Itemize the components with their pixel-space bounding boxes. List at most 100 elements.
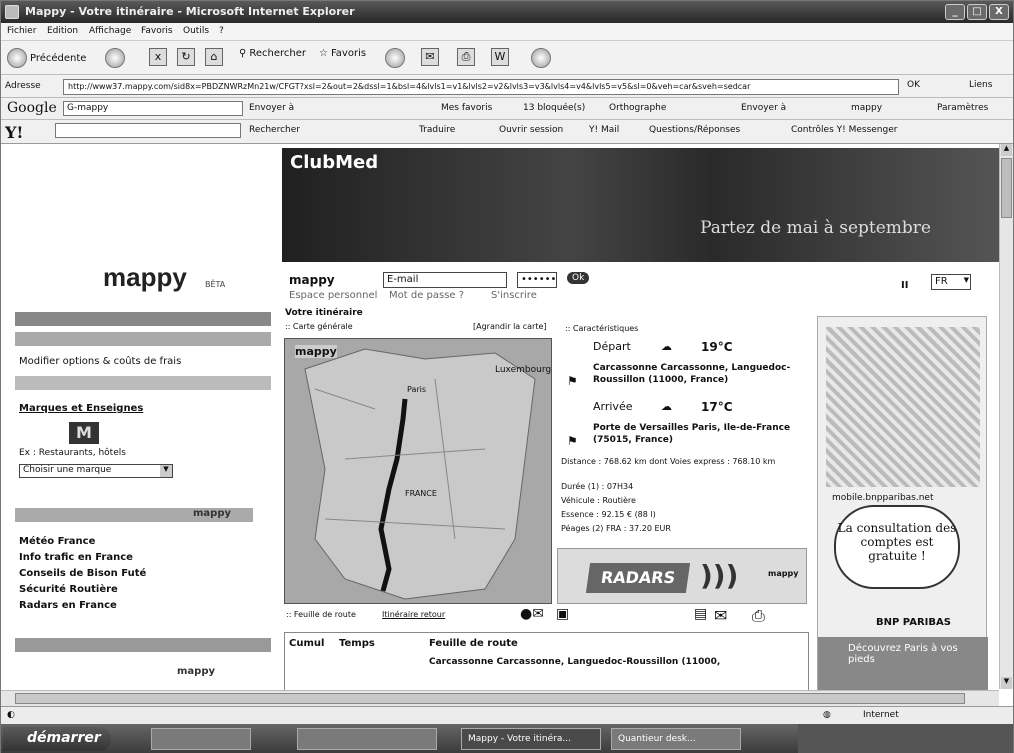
link-meteo[interactable]: Météo France (19, 536, 95, 547)
return-itinerary-link[interactable]: Itinéraire retour (382, 610, 445, 619)
forgot-password-link[interactable]: Mot de passe ? (389, 290, 464, 301)
espace-link[interactable]: Espace personnel (289, 290, 377, 301)
go-button[interactable]: OK (907, 80, 920, 90)
vertical-scrollbar[interactable]: ▲ ▼ (999, 144, 1013, 689)
modify-options-link[interactable]: Modifier options & coûts de frais (19, 356, 181, 367)
window-controls: _ □ X (945, 4, 1009, 20)
address-input[interactable]: http://www37.mappy.com/sid8x=PBDZNWRzMn2… (63, 79, 899, 95)
chevron-down-icon: ▼ (160, 465, 172, 477)
radars-banner[interactable]: RADARS ))) mappy (557, 548, 807, 604)
maximize-button[interactable]: □ (967, 4, 987, 20)
print-icon[interactable]: ⎙ (752, 606, 765, 626)
forward-button[interactable] (105, 48, 125, 68)
email-icon[interactable]: ●✉ (520, 606, 544, 622)
arrival-temperature: 17°C (701, 400, 733, 414)
menu-affichage[interactable]: Affichage (89, 26, 131, 36)
yahoo-search-button[interactable]: Rechercher (249, 125, 300, 135)
yahoo-translate-button[interactable]: Traduire (419, 125, 455, 135)
document-icon[interactable]: ▤ (694, 606, 707, 622)
arrival-place: Porte de Versailles Paris, Ile-de-France… (593, 423, 791, 445)
yahoo-search-input[interactable] (55, 123, 241, 138)
end-flag-icon: ⚑ (567, 434, 578, 448)
close-button[interactable]: X (989, 4, 1009, 20)
discover-ad[interactable]: Découvrez Paris à vos pieds (818, 637, 988, 697)
scroll-down-icon[interactable]: ▼ (1001, 677, 1012, 689)
popup-blocked-button[interactable]: 13 bloquée(s) (523, 103, 585, 113)
mail-button[interactable]: ✉ (421, 48, 439, 66)
yahoo-signin-button[interactable]: Ouvrir session (499, 125, 563, 135)
enlarge-map-link[interactable]: [Agrandir la carte] (473, 322, 547, 331)
back-button[interactable]: Précédente (7, 48, 86, 68)
minimize-button[interactable]: _ (945, 4, 965, 20)
spellcheck-button[interactable]: Orthographe (609, 103, 666, 113)
taskbar-item[interactable] (297, 728, 437, 750)
print-button[interactable]: ⎙ (457, 48, 475, 66)
login-ok-button[interactable]: Ok (567, 272, 590, 284)
menu-outils[interactable]: Outils (183, 26, 209, 36)
taskbar-item[interactable] (151, 728, 251, 750)
google-highlight-mappy[interactable]: mappy (851, 103, 882, 113)
menu-fichier[interactable]: Fichier (7, 26, 36, 36)
bnp-ad[interactable]: mobile.bnpparibas.net La consultation de… (817, 316, 988, 697)
scroll-thumb[interactable] (1001, 158, 1012, 218)
google-search-input[interactable]: G-mappy (63, 101, 243, 116)
link-securite-routiere[interactable]: Sécurité Routière (19, 584, 118, 595)
home-button[interactable]: ⌂ (205, 48, 223, 66)
horizontal-scrollbar[interactable] (1, 690, 999, 706)
yahoo-answers-button[interactable]: Questions/Réponses (649, 125, 740, 135)
brands-title[interactable]: Marques et Enseignes (19, 403, 143, 414)
clubmed-banner[interactable]: ClubMed Partez de mai à septembre (282, 148, 1001, 262)
google-toolbar: Google G-mappy Envoyer à Mes favoris 13 … (1, 98, 1013, 120)
edit-button[interactable]: W (491, 48, 509, 66)
depart-place: Carcassonne Carcassonne, Languedoc-Rouss… (593, 363, 791, 385)
password-input[interactable]: •••••• (517, 272, 557, 288)
refresh-button[interactable]: ↻ (177, 48, 195, 66)
google-send-to-button[interactable]: Envoyer à (741, 103, 786, 113)
menu-favoris[interactable]: Favoris (141, 26, 173, 36)
map-label-france: FRANCE (405, 489, 437, 498)
google-bookmarks-button[interactable]: Mes favoris (441, 103, 492, 113)
hscroll-thumb[interactable] (15, 693, 965, 704)
stop-button[interactable]: x (149, 48, 167, 66)
mappy-logo[interactable]: mappy (103, 262, 187, 293)
route-map[interactable]: mappy Luxembourg Paris FRANCE (284, 338, 552, 604)
pause-icon[interactable]: II (901, 280, 908, 291)
brands-example: Ex : Restaurants, hôtels (19, 448, 126, 458)
globe-icon: ◍ (823, 710, 831, 720)
messenger-button[interactable] (531, 48, 551, 68)
email-input[interactable]: E-mail (383, 272, 507, 288)
menu-edition[interactable]: Edition (47, 26, 78, 36)
search-button[interactable]: ⚲ Rechercher (239, 48, 306, 59)
link-radars[interactable]: Radars en France (19, 600, 117, 611)
signup-link[interactable]: S'inscrire (491, 290, 537, 301)
ad-pattern (826, 327, 980, 487)
yahoo-mail-button[interactable]: Y! Mail (589, 125, 619, 135)
google-settings-button[interactable]: Paramètres (937, 103, 988, 113)
messenger-icon (531, 48, 551, 68)
brand-select[interactable]: Choisir une marque ▼ (19, 464, 173, 478)
link-info-trafic[interactable]: Info trafic en France (19, 552, 133, 563)
menu-help[interactable]: ? (219, 26, 224, 36)
forward-arrow-icon (105, 48, 125, 68)
history-button[interactable] (385, 48, 405, 68)
yahoo-messenger-button[interactable]: Contrôles Y! Messenger (791, 125, 897, 135)
taskbar-item-mappy[interactable]: Mappy - Votre itinéra... (461, 728, 601, 750)
ie-icon (5, 5, 19, 19)
characteristics-label: :: Caractéristiques (565, 324, 639, 333)
mail-icon: ✉ (421, 48, 439, 66)
fuel-text: Essence : 92.15 € (88 l) (561, 510, 656, 519)
start-button[interactable]: démarrer (3, 727, 111, 751)
mail-icon[interactable]: ✉ (714, 606, 727, 625)
search-icon: ⚲ (239, 48, 247, 59)
system-tray (798, 724, 1013, 753)
favorites-button[interactable]: ☆ Favoris (319, 48, 366, 59)
mcdonalds-logo[interactable]: M (69, 422, 99, 444)
links-button[interactable]: Liens (969, 80, 992, 90)
language-select[interactable]: FR ▼ (931, 274, 971, 290)
save-icon[interactable]: ▣ (556, 606, 569, 622)
taskbar-item[interactable]: Quantieur desk... (611, 728, 741, 750)
google-send-button[interactable]: Envoyer à (249, 103, 294, 113)
scroll-up-icon[interactable]: ▲ (1001, 144, 1012, 156)
link-bison-fute[interactable]: Conseils de Bison Futé (19, 568, 146, 579)
col-feuille: Feuille de route (429, 638, 518, 649)
